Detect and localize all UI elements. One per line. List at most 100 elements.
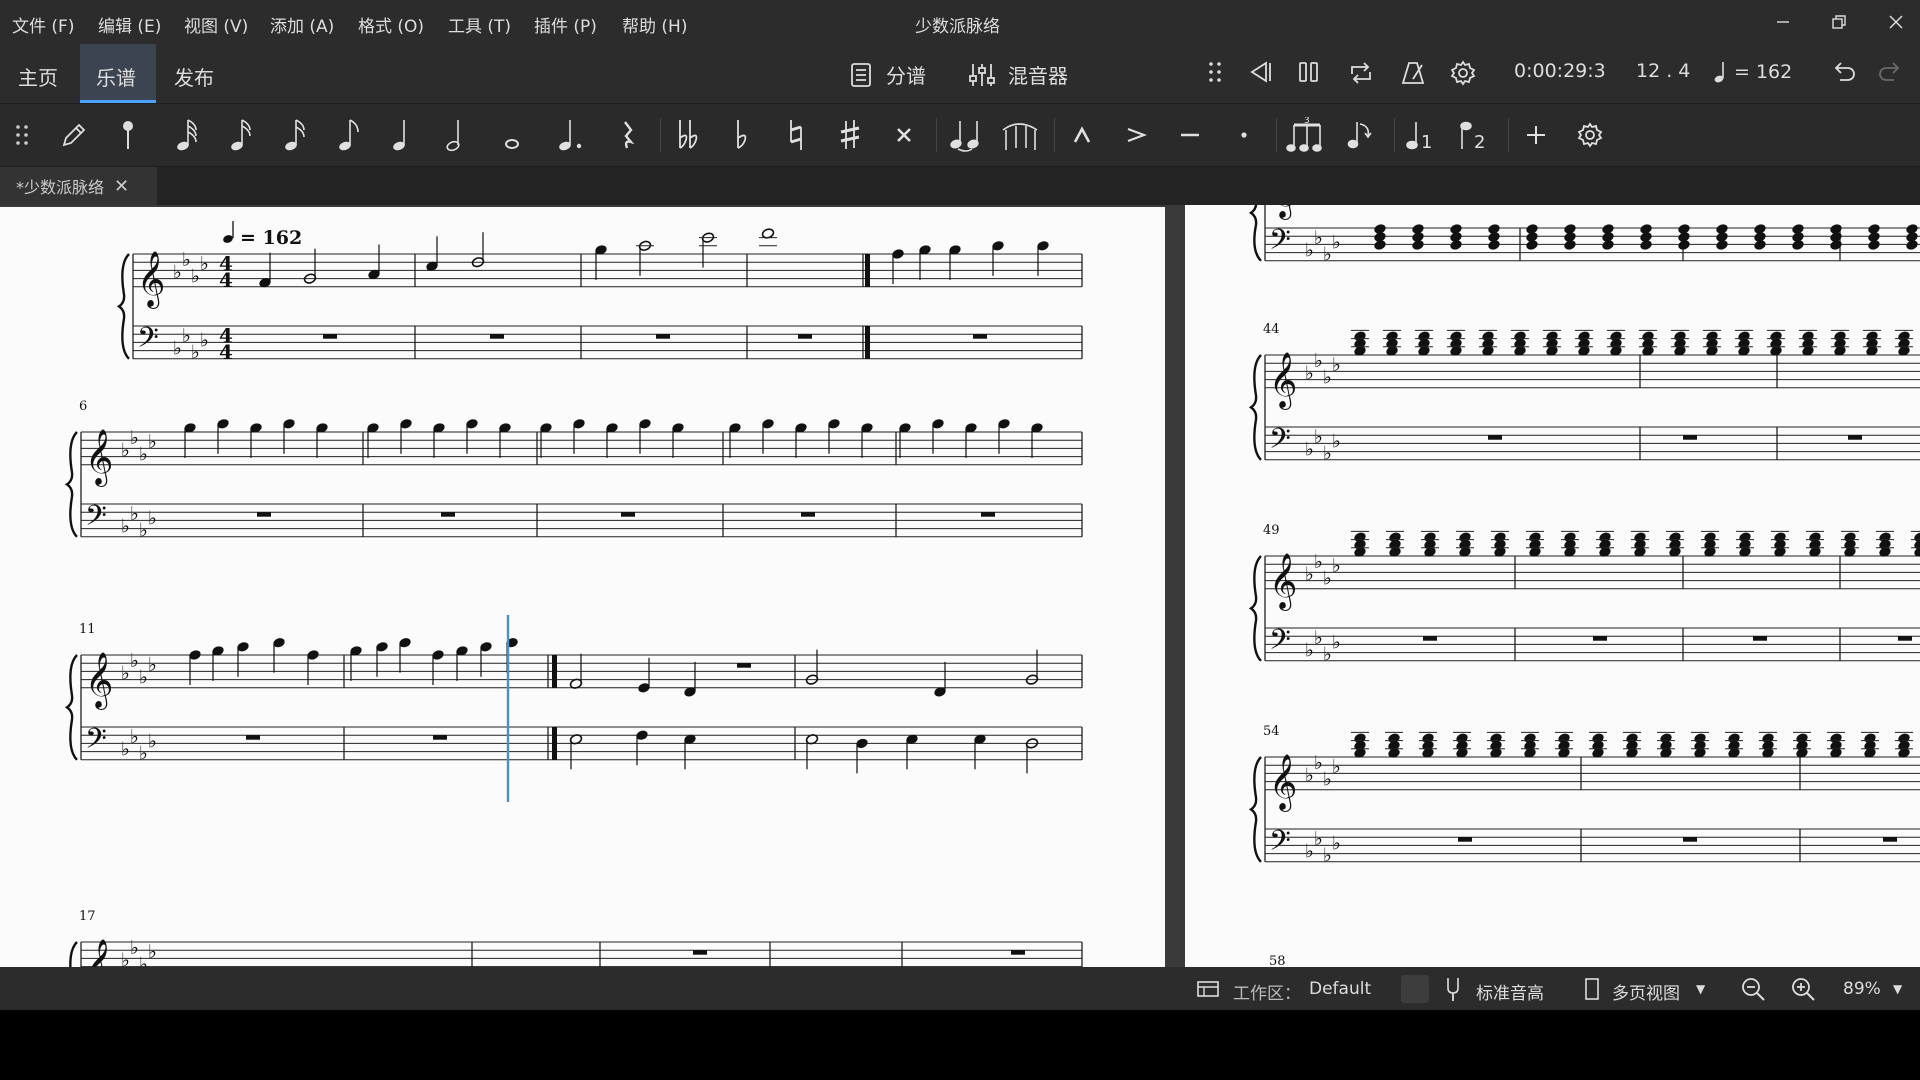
menu-help[interactable]: 帮助 (H)	[622, 12, 687, 37]
duration-whole[interactable]	[492, 116, 532, 154]
menu-tools[interactable]: 工具 (T)	[448, 12, 511, 37]
menu-add[interactable]: 添加 (A)	[270, 12, 334, 37]
bass-clef: 𝄢	[85, 499, 107, 539]
close-window-button[interactable]	[1876, 6, 1916, 38]
menu-format[interactable]: 格式 (O)	[358, 12, 424, 37]
duration-half[interactable]	[438, 116, 478, 154]
rest-button[interactable]	[608, 116, 648, 154]
flip-direction-button[interactable]	[1340, 116, 1380, 154]
key-flat: ♭	[182, 325, 191, 347]
sharp-icon	[840, 120, 860, 149]
workspace-icon[interactable]	[1196, 979, 1220, 1004]
note-input-button[interactable]	[54, 116, 94, 154]
note-head	[1762, 733, 1774, 743]
marcato-button[interactable]	[1062, 116, 1102, 154]
page-1-notation[interactable]: 𝄞𝄢♭♭♭♭♭♭♭♭4444= 162𝄞𝄢♭♭♭♭♭♭♭♭6𝄞𝄢♭♭♭♭♭♭♭♭…	[0, 207, 1165, 967]
tab-publish[interactable]: 发布	[174, 62, 214, 91]
sharp-button[interactable]	[830, 116, 870, 154]
rewind-button[interactable]	[1246, 60, 1272, 84]
menu-file[interactable]: 文件 (F)	[12, 12, 74, 37]
concert-pitch-toggle[interactable]	[1401, 975, 1429, 1003]
tie-button[interactable]	[946, 116, 986, 154]
redo-button[interactable]	[1876, 60, 1904, 84]
minimize-icon	[1777, 21, 1789, 23]
input-mode-button[interactable]	[108, 116, 148, 154]
zoom-out-button[interactable]	[1740, 976, 1766, 1007]
restore-button[interactable]	[1819, 6, 1859, 38]
score-canvas[interactable]: 𝄞 𝄢 ♭ ♭ ♭ ♭ ♭ ♭ ♭ ♭ 4 4 4 4 = 162 𝄞 𝄢 ♭ ♭ ♭ ♭ ♭ ♭ ♭ ♭ 6 𝄞 𝄢 ♭ ♭ ♭ ♭ ♭ ♭ ♭ ♭…	[0, 205, 1920, 967]
augmentation-dot[interactable]	[552, 116, 592, 154]
playback-settings-button[interactable]	[1450, 60, 1476, 86]
accent-button[interactable]	[1116, 116, 1156, 154]
eighth-note-icon	[339, 119, 359, 151]
tempo-marking: = 162	[240, 227, 302, 249]
duration-32nd[interactable]	[222, 116, 262, 154]
tuplet-button[interactable]: 3	[1286, 116, 1326, 154]
metronome-icon	[1401, 62, 1425, 84]
double-flat-button[interactable]	[668, 116, 708, 154]
whole-rest	[1458, 837, 1472, 842]
flat-button[interactable]	[722, 116, 762, 154]
duration-16th[interactable]	[276, 116, 316, 154]
zoom-level[interactable]: 89%	[1843, 979, 1881, 999]
staccato-button[interactable]	[1224, 116, 1264, 154]
note-head	[1626, 733, 1638, 743]
key-flat: ♭	[1314, 426, 1323, 448]
measure-number: 49	[1263, 523, 1280, 538]
chevron-down-icon[interactable]: ▼	[1893, 982, 1902, 996]
parts-button[interactable]: 分谱	[850, 60, 926, 89]
tab-score[interactable]: 乐谱	[96, 62, 136, 91]
menu-view[interactable]: 视图 (V)	[184, 12, 248, 37]
play-button[interactable]	[1297, 60, 1321, 84]
loop-button[interactable]	[1348, 60, 1374, 86]
key-flat: ♭	[1305, 362, 1314, 384]
half-note-icon	[446, 120, 460, 152]
score-page-1[interactable]: 𝄞 𝄢 ♭ ♭ ♭ ♭ ♭ ♭ ♭ ♭ 4 4 4 4 = 162 𝄞 𝄢 ♭ ♭ ♭ ♭ ♭ ♭ ♭ ♭ 6 𝄞 𝄢 ♭ ♭ ♭ ♭ ♭ ♭ ♭ ♭…	[0, 207, 1165, 967]
key-flat: ♭	[200, 329, 209, 351]
key-flat: ♭	[1314, 627, 1323, 649]
undo-button[interactable]	[1830, 60, 1858, 84]
note-head	[1738, 331, 1750, 341]
tab-home[interactable]: 主页	[18, 62, 58, 91]
page-2-notation[interactable]: 𝄞𝄢♭♭♭♭♭♭♭♭𝄞𝄢♭♭♭♭♭♭♭♭44𝄞𝄢♭♭♭♭♭♭♭♭49𝄞𝄢♭♭♭♭…	[1185, 205, 1920, 967]
metronome-button[interactable]	[1400, 60, 1426, 86]
score-page-2[interactable]: 𝄞𝄢♭♭♭♭♭♭♭♭𝄞𝄢♭♭♭♭♭♭♭♭44𝄞𝄢♭♭♭♭♭♭♭♭49𝄞𝄢♭♭♭♭…	[1185, 205, 1920, 967]
double-sharp-button[interactable]	[884, 116, 924, 154]
note-head	[1642, 331, 1654, 341]
menu-plugins[interactable]: 插件 (P)	[534, 12, 597, 37]
mixer-button[interactable]: 混音器	[968, 60, 1068, 89]
natural-button[interactable]	[776, 116, 816, 154]
drag-handle[interactable]	[1208, 60, 1222, 84]
slur-button[interactable]	[1000, 116, 1040, 154]
duration-eighth[interactable]	[330, 116, 370, 154]
key-flat: ♭	[121, 516, 130, 538]
chevron-down-icon[interactable]: ▼	[1696, 982, 1705, 996]
voice-1-button[interactable]: 1	[1400, 116, 1440, 154]
add-button[interactable]	[1516, 116, 1556, 154]
rewind-icon	[1250, 61, 1271, 83]
whole-rest	[737, 663, 751, 668]
note-head	[1660, 733, 1672, 743]
concert-pitch-label[interactable]: 标准音高	[1476, 979, 1544, 1004]
menu-edit[interactable]: 编辑 (E)	[98, 12, 161, 37]
palette-drag-handle[interactable]	[2, 116, 42, 154]
close-icon[interactable]: ✕	[114, 176, 129, 197]
minimize-button[interactable]	[1763, 6, 1803, 38]
voice-2-icon: 2	[1460, 121, 1485, 152]
taskbar-area	[0, 1010, 1920, 1080]
whole-rest	[798, 334, 812, 339]
duration-quarter[interactable]	[384, 116, 424, 154]
note-head	[1422, 733, 1434, 743]
tempo-display[interactable]: = 162	[1714, 60, 1792, 84]
voice-2-button[interactable]: 2	[1454, 116, 1494, 154]
note-head	[1704, 532, 1716, 542]
view-mode-select[interactable]: 多页视图	[1612, 979, 1680, 1004]
document-tab[interactable]: *少数派脉络 ✕	[0, 167, 158, 205]
page-gap	[1165, 205, 1185, 967]
zoom-in-button[interactable]	[1790, 976, 1816, 1007]
workspace-value[interactable]: Default	[1309, 979, 1371, 999]
duration-64th[interactable]	[168, 116, 208, 154]
key-flat: ♭	[130, 503, 139, 525]
toolbar-settings-button[interactable]	[1570, 116, 1610, 154]
tenuto-button[interactable]	[1170, 116, 1210, 154]
